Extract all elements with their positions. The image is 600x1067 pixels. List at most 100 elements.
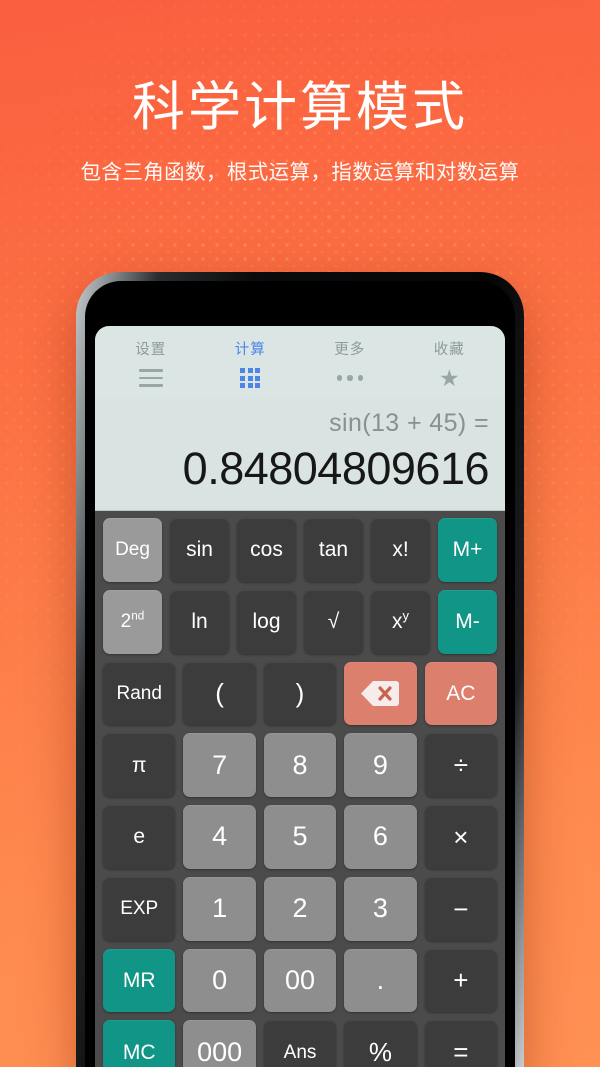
calculator-display: sin(13 + 45) = 0.84804809616 (95, 398, 505, 511)
key-decimal[interactable]: . (344, 948, 417, 1013)
key-pi[interactable]: π (103, 733, 176, 797)
key-decimal-label: . (376, 964, 385, 995)
key-backspace[interactable] (344, 661, 417, 726)
key-equals[interactable]: = (424, 1020, 498, 1067)
key-log[interactable]: log (237, 589, 296, 654)
key-percent[interactable]: % (344, 1020, 417, 1067)
key-add-label: + (453, 965, 469, 996)
tab-more[interactable]: 更多 (300, 338, 400, 388)
key-rand-label: Rand (116, 682, 162, 704)
promo-subheadline: 包含三角函数，根式运算，指数运算和对数运算 (80, 161, 520, 185)
phone-bezel: 设置 计算 更多 收藏 ★ sin(13 + 45) = 0.848048096… (85, 281, 515, 1067)
key-000-label: 000 (197, 1036, 243, 1067)
key-all-clear-label: AC (446, 681, 476, 705)
grid-icon (240, 368, 261, 388)
result-text: 0.84804809616 (182, 443, 489, 494)
key-paren-close-label: ) (295, 678, 305, 709)
key-log-label: log (252, 610, 281, 634)
key-5[interactable]: 5 (263, 805, 337, 869)
key-3[interactable]: 3 (344, 876, 417, 941)
key-2-label: 2 (292, 893, 308, 924)
tab-calculate-label: 计算 (234, 342, 266, 358)
keypad-row: MC 000 Ans% = (103, 1020, 498, 1067)
key-rand[interactable]: Rand (103, 661, 176, 726)
key-memory-recall[interactable]: MR (103, 948, 176, 1013)
tab-settings[interactable]: 设置 (101, 338, 201, 388)
key-4-label: 4 (212, 821, 228, 852)
tab-bar: 设置 计算 更多 收藏 ★ (95, 326, 505, 398)
key-0-label: 0 (212, 964, 228, 995)
backspace-icon (360, 680, 400, 707)
key-pi-label: π (131, 753, 147, 777)
key-memory-subtract[interactable]: M- (438, 589, 497, 654)
keypad-row: e 4 5 6 × (103, 805, 498, 869)
key-sqrt-label: √ (327, 610, 340, 634)
key-all-clear[interactable]: AC (424, 661, 498, 726)
key-paren-open[interactable]: ( (183, 661, 256, 726)
expression-text: sin(13 + 45) = (329, 409, 489, 437)
promo-screenshot: 科学计算模式 包含三角函数，根式运算，指数运算和对数运算 设置 计算 更多 收藏… (0, 0, 600, 1067)
tab-calculate[interactable]: 计算 (201, 338, 301, 388)
key-3-label: 3 (372, 893, 388, 924)
key-deg-label: Deg (115, 539, 150, 561)
key-6[interactable]: 6 (344, 805, 417, 869)
key-memory-clear-label: MC (122, 1040, 156, 1064)
key-cos-label: cos (250, 538, 283, 562)
calculator-keypad: Deg sin cos tan x! M+ 2nd ln log √ xy M- Rand () AC π 7 8… (95, 511, 505, 1067)
key-factorial-label: x! (392, 538, 409, 562)
key-second-label: 2nd (120, 609, 145, 633)
key-paren-close[interactable]: ) (263, 661, 337, 726)
key-tan[interactable]: tan (304, 518, 363, 582)
key-add[interactable]: + (424, 948, 498, 1013)
key-ln[interactable]: ln (170, 589, 229, 654)
key-power[interactable]: xy (371, 589, 430, 654)
keypad-row: π 7 8 9 ÷ (103, 733, 498, 797)
key-memory-clear[interactable]: MC (103, 1020, 176, 1067)
keypad-row: 2nd ln log √ xy M- (103, 589, 497, 654)
key-second[interactable]: 2nd (103, 589, 162, 654)
key-sin[interactable]: sin (170, 518, 229, 582)
key-0[interactable]: 0 (183, 948, 256, 1013)
key-memory-add[interactable]: M+ (438, 518, 497, 582)
key-deg[interactable]: Deg (103, 518, 162, 582)
key-8-label: 8 (292, 749, 308, 780)
phone-frame: 设置 计算 更多 收藏 ★ sin(13 + 45) = 0.848048096… (76, 272, 524, 1067)
key-multiply-label: × (453, 821, 469, 852)
keypad-row: Rand () AC (103, 661, 498, 726)
key-sqrt[interactable]: √ (304, 589, 363, 654)
key-exp[interactable]: EXP (103, 876, 176, 941)
key-factorial[interactable]: x! (371, 518, 430, 582)
key-2[interactable]: 2 (263, 876, 337, 941)
key-e[interactable]: e (103, 805, 176, 869)
key-divide-label: ÷ (453, 750, 468, 781)
key-7-label: 7 (212, 749, 228, 780)
key-subtract[interactable]: − (424, 876, 498, 941)
key-000[interactable]: 000 (183, 1020, 256, 1067)
hamburger-icon (138, 368, 163, 388)
tab-more-label: 更多 (334, 342, 366, 358)
tab-favorites[interactable]: 收藏 ★ (400, 338, 500, 389)
keypad-row: MR 0 00. + (103, 948, 498, 1013)
key-1-label: 1 (212, 893, 228, 924)
key-7[interactable]: 7 (183, 733, 256, 797)
key-memory-add-label: M+ (452, 538, 483, 562)
key-memory-recall-label: MR (122, 968, 156, 992)
key-5-label: 5 (292, 821, 308, 852)
key-00[interactable]: 00 (263, 948, 337, 1013)
key-exp-label: EXP (120, 898, 159, 920)
key-4[interactable]: 4 (183, 805, 256, 869)
key-8[interactable]: 8 (263, 733, 337, 797)
key-subtract-label: − (453, 893, 469, 924)
key-power-label: xy (391, 608, 409, 634)
key-ans[interactable]: Ans (263, 1020, 337, 1067)
promo-text-block: 科学计算模式 包含三角函数，根式运算，指数运算和对数运算 (0, 78, 600, 185)
key-percent-label: % (368, 1037, 392, 1067)
key-multiply[interactable]: × (424, 805, 498, 869)
key-1[interactable]: 1 (183, 876, 256, 941)
keypad-row: EXP 1 2 3 − (103, 876, 498, 941)
key-divide[interactable]: ÷ (424, 733, 498, 797)
key-paren-open-label: ( (215, 678, 224, 709)
key-cos[interactable]: cos (237, 518, 296, 582)
key-9[interactable]: 9 (344, 733, 417, 797)
key-9-label: 9 (372, 749, 388, 780)
